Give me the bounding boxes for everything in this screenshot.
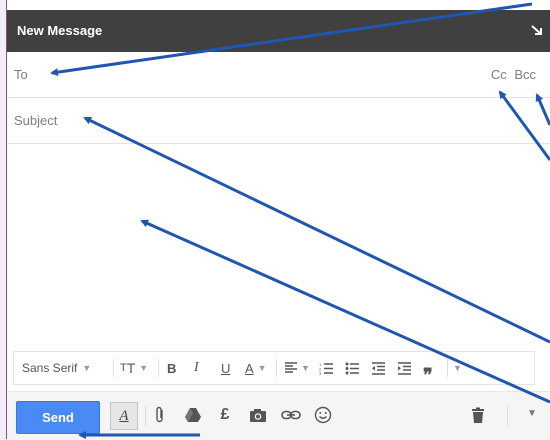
text-size-icon[interactable]: TT ▼ bbox=[120, 352, 148, 384]
formatting-options-button[interactable]: A bbox=[110, 402, 138, 430]
numbered-list-icon[interactable]: 123 bbox=[319, 352, 334, 384]
minimize-icon[interactable] bbox=[529, 22, 545, 38]
to-label: To bbox=[14, 67, 28, 82]
separator bbox=[145, 406, 146, 426]
compose-window: New Message To Cc Bcc Subject Sans Serif… bbox=[0, 0, 550, 440]
separator bbox=[507, 406, 508, 426]
message-body[interactable] bbox=[7, 144, 550, 344]
font-family-select[interactable]: Sans Serif ▼ bbox=[22, 352, 91, 384]
photo-icon[interactable] bbox=[247, 404, 269, 426]
separator bbox=[276, 359, 277, 377]
compose-action-bar: Send A £ ▼ bbox=[7, 391, 550, 440]
cc-bcc-links: Cc Bcc bbox=[487, 67, 536, 82]
text-color-button[interactable]: A ▼ bbox=[245, 352, 267, 384]
formatting-toolbar: Sans Serif ▼ TT ▼ B I U A ▼ ▼ 123 ❞ ▼ bbox=[13, 351, 535, 385]
separator bbox=[447, 359, 448, 377]
trash-icon[interactable] bbox=[467, 404, 489, 426]
text-color-label: A bbox=[245, 360, 254, 376]
separator bbox=[113, 359, 114, 377]
font-family-label: Sans Serif bbox=[22, 361, 78, 375]
more-options-icon[interactable]: ▼ bbox=[527, 408, 537, 419]
chevron-down-icon: ▼ bbox=[301, 363, 310, 373]
bold-button[interactable]: B bbox=[167, 352, 176, 384]
emoji-icon[interactable] bbox=[312, 404, 334, 426]
attach-icon[interactable] bbox=[149, 404, 171, 426]
bulleted-list-icon[interactable] bbox=[345, 352, 360, 384]
align-icon[interactable]: ▼ bbox=[284, 352, 310, 384]
money-icon[interactable]: £ bbox=[214, 404, 236, 426]
chevron-down-icon: ▼ bbox=[257, 363, 267, 373]
bcc-link[interactable]: Bcc bbox=[514, 67, 536, 82]
compose-title: New Message bbox=[17, 23, 103, 38]
svg-text:3: 3 bbox=[319, 371, 322, 375]
indent-more-icon[interactable] bbox=[397, 352, 412, 384]
separator bbox=[158, 359, 159, 377]
more-formatting-icon[interactable]: ▼ bbox=[453, 352, 462, 384]
to-field[interactable]: To Cc Bcc bbox=[7, 52, 550, 98]
subject-field[interactable]: Subject bbox=[7, 98, 550, 144]
cc-link[interactable]: Cc bbox=[491, 67, 507, 82]
indent-less-icon[interactable] bbox=[371, 352, 386, 384]
quote-icon[interactable]: ❞ bbox=[423, 352, 433, 391]
underline-button[interactable]: U bbox=[221, 352, 230, 384]
chevron-down-icon: ▼ bbox=[139, 363, 149, 373]
chevron-down-icon: ▼ bbox=[82, 363, 92, 373]
send-button[interactable]: Send bbox=[16, 401, 100, 434]
subject-placeholder: Subject bbox=[14, 113, 58, 128]
drive-icon[interactable] bbox=[182, 404, 204, 426]
link-icon[interactable] bbox=[280, 404, 302, 426]
compose-titlebar[interactable]: New Message bbox=[7, 10, 550, 52]
italic-button[interactable]: I bbox=[194, 352, 199, 384]
window-edge bbox=[0, 0, 7, 439]
